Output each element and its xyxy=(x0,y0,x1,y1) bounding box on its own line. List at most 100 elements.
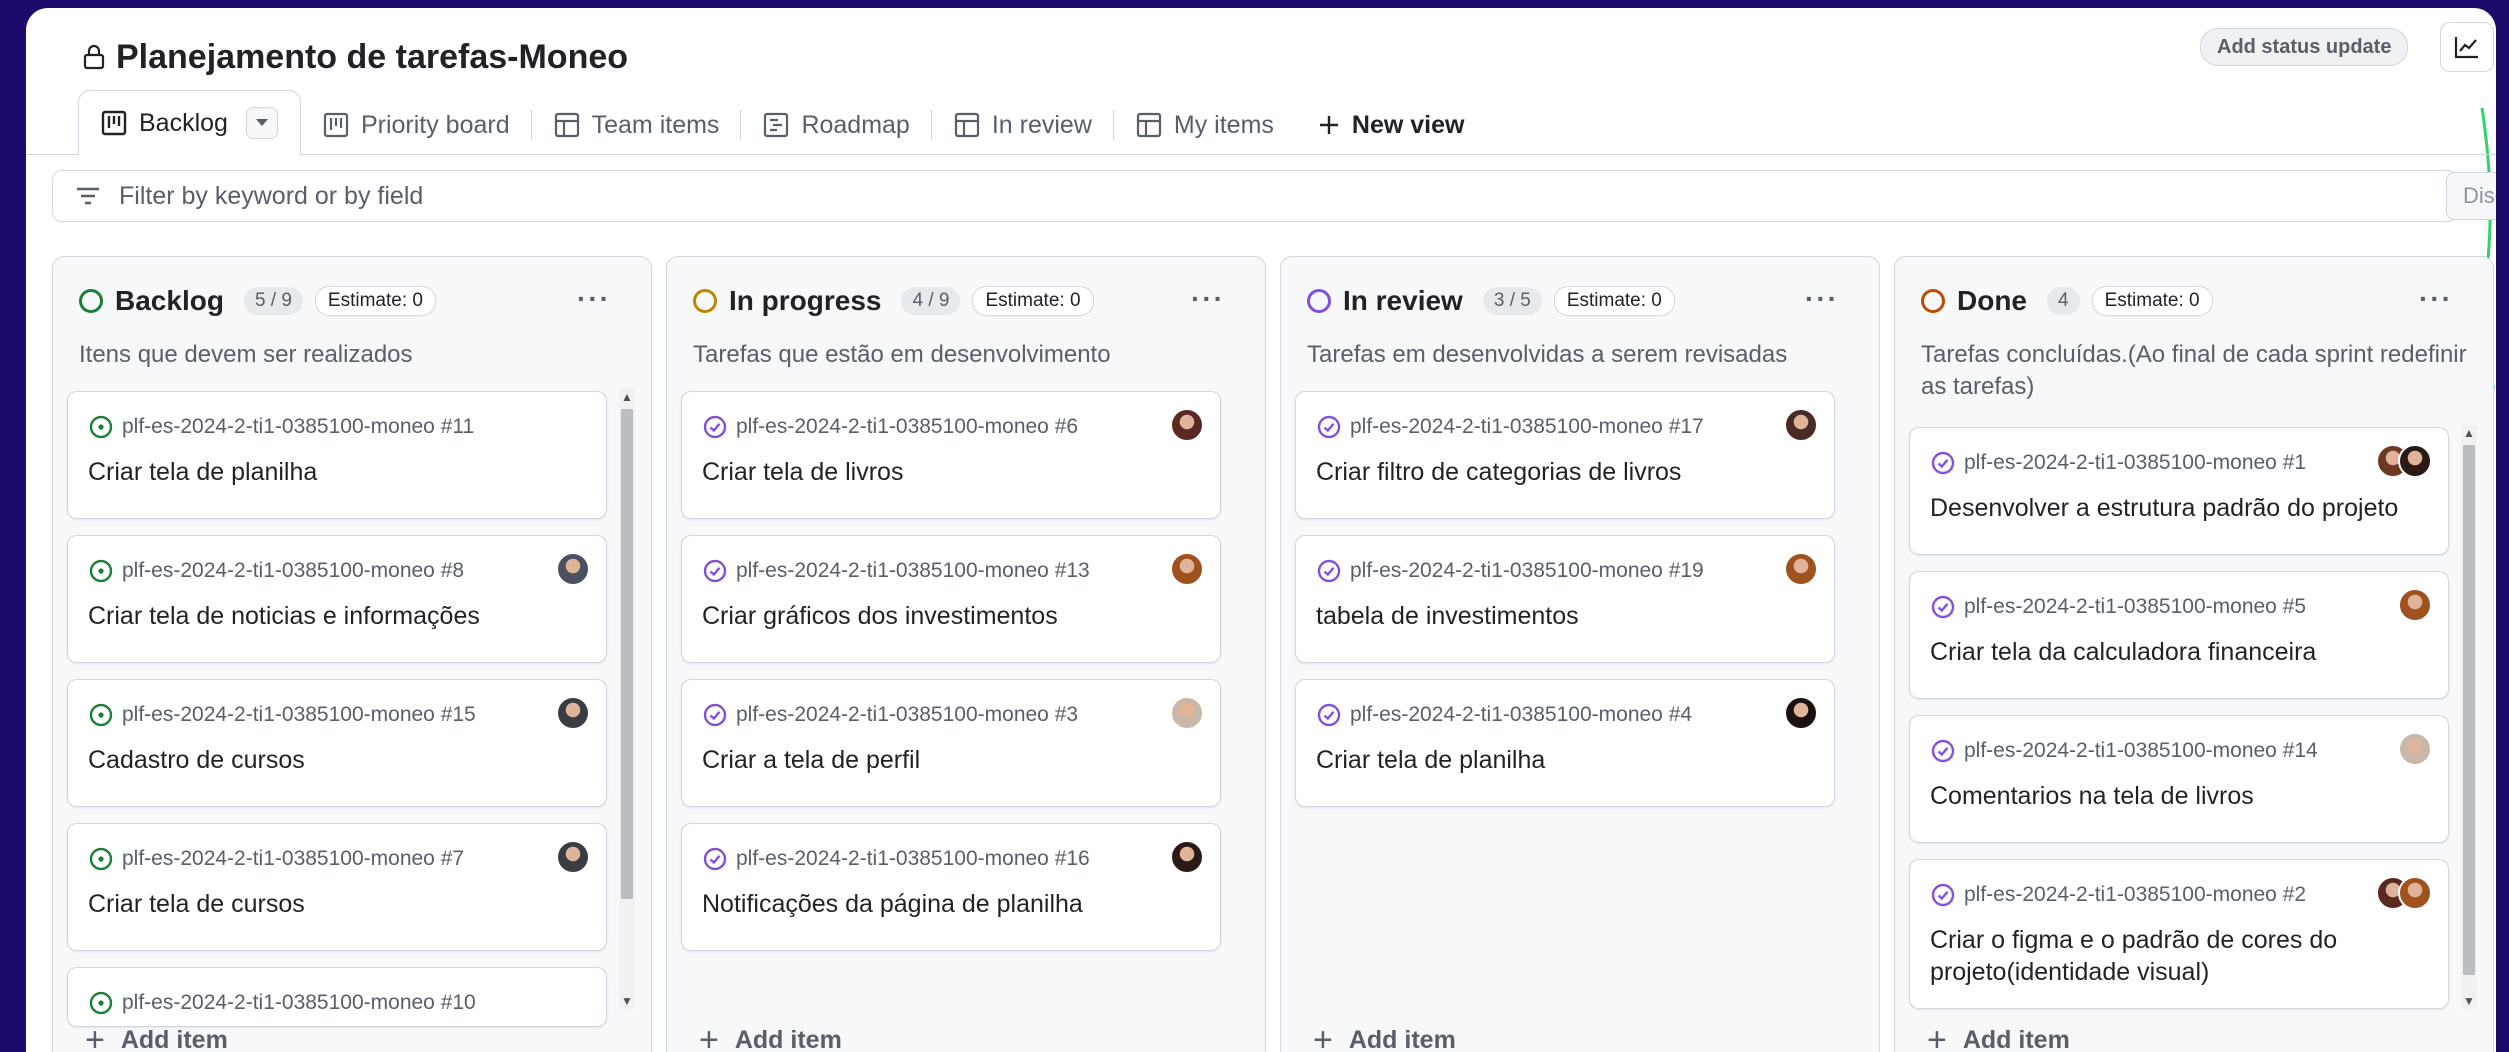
tab-backlog[interactable]: Backlog xyxy=(78,90,301,156)
avatar[interactable] xyxy=(556,552,590,586)
issue-card[interactable]: plf-es-2024-2-ti1-0385100-moneo #15 Cada… xyxy=(67,679,607,807)
issue-title[interactable]: Criar filtro de categorias de livros xyxy=(1316,456,1786,488)
issue-reference: plf-es-2024-2-ti1-0385100-moneo #4 xyxy=(1316,702,1692,728)
avatar[interactable] xyxy=(2398,732,2432,766)
issue-card[interactable]: plf-es-2024-2-ti1-0385100-moneo #2 Criar… xyxy=(1909,859,2449,1009)
assignee-avatars[interactable] xyxy=(1170,696,1204,730)
issue-card[interactable]: plf-es-2024-2-ti1-0385100-moneo #19 tabe… xyxy=(1295,535,1835,663)
scroll-up-arrow[interactable]: ▲ xyxy=(619,389,635,405)
issue-title[interactable]: Criar o figma e o padrão de cores do pro… xyxy=(1930,924,2400,988)
avatar[interactable] xyxy=(2398,876,2432,910)
assignee-avatars[interactable] xyxy=(556,696,590,730)
issue-card[interactable]: plf-es-2024-2-ti1-0385100-moneo #7 Criar… xyxy=(67,823,607,951)
avatar[interactable] xyxy=(556,840,590,874)
new-view-button[interactable]: New view xyxy=(1296,94,1487,156)
tab-team-items[interactable]: Team items xyxy=(532,94,742,156)
view-options-dropdown[interactable] xyxy=(245,107,278,139)
assignee-avatars[interactable] xyxy=(2398,588,2432,622)
issue-card[interactable]: plf-es-2024-2-ti1-0385100-moneo #11 Cria… xyxy=(67,391,607,519)
avatar[interactable] xyxy=(2398,588,2432,622)
scroll-thumb[interactable] xyxy=(621,409,633,899)
avatar[interactable] xyxy=(556,696,590,730)
issue-title[interactable]: Desenvolver a estrutura padrão do projet… xyxy=(1930,492,2400,524)
assignee-avatars[interactable] xyxy=(1170,408,1204,442)
avatar[interactable] xyxy=(2398,444,2432,478)
issue-title[interactable]: Criar tela de planilha xyxy=(1316,744,1786,776)
filter-bar[interactable] xyxy=(52,170,2458,222)
issue-title[interactable]: Criar tela da calculadora financeira xyxy=(1930,636,2400,668)
scroll-thumb[interactable] xyxy=(2463,445,2475,975)
avatar[interactable] xyxy=(1170,696,1204,730)
issue-card[interactable]: plf-es-2024-2-ti1-0385100-moneo #10 xyxy=(67,967,607,1027)
column-menu-button[interactable]: ··· xyxy=(1191,283,1225,315)
column-header: In review 3 / 5 Estimate: 0 xyxy=(1307,285,1675,317)
tab-my-items[interactable]: My items xyxy=(1114,94,1296,156)
issue-card[interactable]: plf-es-2024-2-ti1-0385100-moneo #17 Cria… xyxy=(1295,391,1835,519)
avatar[interactable] xyxy=(1170,408,1204,442)
issue-title[interactable]: Criar a tela de perfil xyxy=(702,744,1172,776)
tab-priority-board[interactable]: Priority board xyxy=(301,94,532,156)
tab-roadmap[interactable]: Roadmap xyxy=(741,94,932,156)
issue-title[interactable]: Notificações da página de planilha xyxy=(702,888,1172,920)
issue-title[interactable]: Criar tela de planilha xyxy=(88,456,558,488)
issue-title[interactable]: Criar tela de noticias e informações xyxy=(88,600,558,632)
add-item-button[interactable]: + Add item xyxy=(1927,1023,2070,1052)
column-description: Tarefas concluídas.(Ao final de cada spr… xyxy=(1921,341,2467,400)
assignee-avatars[interactable] xyxy=(2398,732,2432,766)
issue-card[interactable]: plf-es-2024-2-ti1-0385100-moneo #4 Criar… xyxy=(1295,679,1835,807)
issue-title[interactable]: Criar gráficos dos investimentos xyxy=(702,600,1172,632)
column-menu-button[interactable]: ··· xyxy=(577,283,611,315)
column-scrollbar[interactable]: ▲ ▼ xyxy=(2461,425,2477,1009)
avatar[interactable] xyxy=(1784,696,1818,730)
column-menu-button[interactable]: ··· xyxy=(1805,283,1839,315)
issue-card[interactable]: plf-es-2024-2-ti1-0385100-moneo #5 Criar… xyxy=(1909,571,2449,699)
issue-card[interactable]: plf-es-2024-2-ti1-0385100-moneo #8 Criar… xyxy=(67,535,607,663)
issue-title[interactable]: Comentarios na tela de livros xyxy=(1930,780,2400,812)
assignee-avatars[interactable] xyxy=(1170,840,1204,874)
avatar[interactable] xyxy=(1784,408,1818,442)
scroll-down-arrow[interactable]: ▼ xyxy=(619,993,635,1009)
issue-card[interactable]: plf-es-2024-2-ti1-0385100-moneo #16 Noti… xyxy=(681,823,1221,951)
add-item-label: Add item xyxy=(120,1025,228,1052)
issue-title[interactable]: Criar tela de livros xyxy=(702,456,1172,488)
issue-title[interactable]: Criar tela de cursos xyxy=(88,888,558,920)
item-count-badge: 5 / 9 xyxy=(243,287,303,315)
column-backlog: Backlog 5 / 9 Estimate: 0 ··· Itens que … xyxy=(52,256,652,1052)
assignee-avatars[interactable] xyxy=(2376,876,2432,910)
issue-card[interactable]: plf-es-2024-2-ti1-0385100-moneo #6 Criar… xyxy=(681,391,1221,519)
add-status-update-button[interactable]: Add status update xyxy=(2200,28,2409,66)
discard-button[interactable]: Disc xyxy=(2446,172,2496,220)
issue-title[interactable]: tabela de investimentos xyxy=(1316,600,1786,632)
title-row: Planejamento de tarefas-Moneo xyxy=(82,32,628,82)
column-header: In progress 4 / 9 Estimate: 0 xyxy=(693,285,1094,317)
avatar[interactable] xyxy=(1170,552,1204,586)
scroll-up-arrow[interactable]: ▲ xyxy=(2461,425,2477,441)
assignee-avatars[interactable] xyxy=(1170,552,1204,586)
project-window: Planejamento de tarefas-Moneo Add status… xyxy=(26,8,2496,1052)
issue-card[interactable]: plf-es-2024-2-ti1-0385100-moneo #14 Come… xyxy=(1909,715,2449,843)
insights-button[interactable] xyxy=(2440,22,2494,72)
issue-closed-icon xyxy=(1317,703,1341,727)
assignee-avatars[interactable] xyxy=(1784,696,1818,730)
scroll-down-arrow[interactable]: ▼ xyxy=(2461,993,2477,1009)
issue-card[interactable]: plf-es-2024-2-ti1-0385100-moneo #3 Criar… xyxy=(681,679,1221,807)
add-item-button[interactable]: + Add item xyxy=(85,1023,228,1052)
column-menu-button[interactable]: ··· xyxy=(2419,283,2453,315)
issue-title[interactable]: Cadastro de cursos xyxy=(88,744,558,776)
issue-card[interactable]: plf-es-2024-2-ti1-0385100-moneo #13 Cria… xyxy=(681,535,1221,663)
assignee-avatars[interactable] xyxy=(1784,552,1818,586)
tab-in-review[interactable]: In review xyxy=(932,94,1114,156)
add-item-button[interactable]: + Add item xyxy=(1313,1023,1456,1052)
filter-input[interactable] xyxy=(117,180,1921,212)
assignee-avatars[interactable] xyxy=(2376,444,2432,478)
tab-label: Roadmap xyxy=(801,110,910,139)
page-title: Planejamento de tarefas-Moneo xyxy=(116,37,629,76)
issue-card[interactable]: plf-es-2024-2-ti1-0385100-moneo #1 Desen… xyxy=(1909,427,2449,555)
column-scrollbar[interactable]: ▲ ▼ xyxy=(619,389,635,1009)
avatar[interactable] xyxy=(1784,552,1818,586)
assignee-avatars[interactable] xyxy=(1784,408,1818,442)
assignee-avatars[interactable] xyxy=(556,552,590,586)
avatar[interactable] xyxy=(1170,840,1204,874)
assignee-avatars[interactable] xyxy=(556,840,590,874)
add-item-button[interactable]: + Add item xyxy=(699,1023,842,1052)
